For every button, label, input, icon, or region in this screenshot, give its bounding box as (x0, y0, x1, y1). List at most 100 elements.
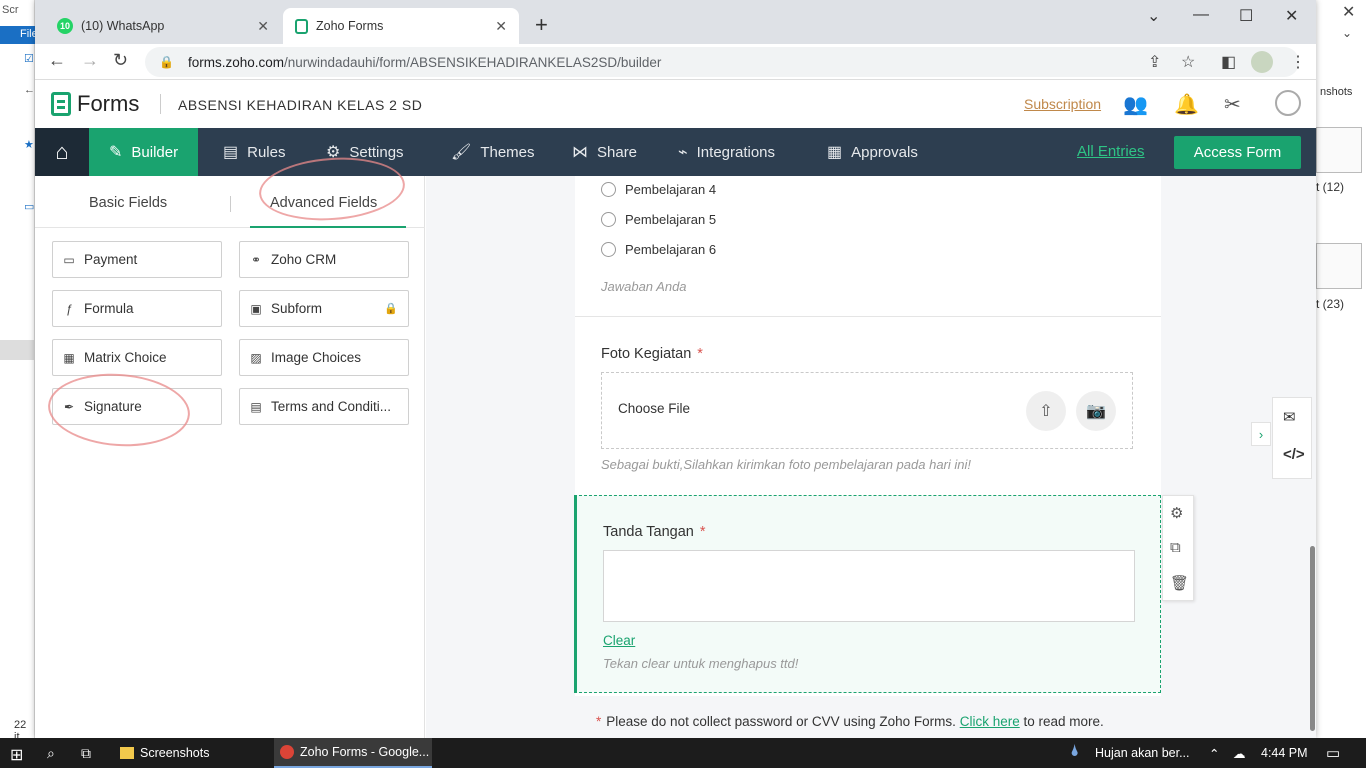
notification-icon[interactable]: ▭ (1326, 744, 1340, 762)
field-label: Image Choices (271, 350, 362, 365)
signature-pad[interactable] (603, 550, 1135, 622)
tab-title: Zoho Forms (316, 19, 384, 33)
search-icon[interactable]: ⌕ (47, 745, 55, 762)
radio-option[interactable]: Pembelajaran 5 (601, 212, 716, 227)
photo-field-label[interactable]: Foto Kegiatan * (601, 346, 703, 362)
radio-option[interactable]: Pembelajaran 4 (601, 182, 716, 197)
side-panel-icon[interactable]: ◧ (1221, 52, 1236, 72)
chevron-up-icon[interactable]: ⌃ (1209, 746, 1219, 761)
browser-toolbar: ← → ↻ 🔒 forms.zoho.com/nurwindadauhi/for… (35, 44, 1316, 80)
tab-divider (230, 196, 231, 212)
header-divider (160, 94, 161, 114)
user-avatar[interactable] (1275, 90, 1301, 116)
minimize-icon[interactable]: — (1193, 6, 1209, 24)
field-terms-and-conditions[interactable]: ▤ Terms and Conditi... (239, 388, 409, 425)
profile-avatar[interactable] (1251, 51, 1273, 73)
plug-icon: ⌁ (678, 144, 688, 161)
explorer-selected-row (0, 340, 35, 360)
chevron-down-icon[interactable]: ⌄ (1147, 6, 1160, 26)
taskbar-label: Zoho Forms - Google... (300, 745, 430, 759)
radio-circle[interactable] (601, 212, 616, 227)
reload-icon[interactable]: ↻ (113, 50, 128, 71)
field-label: Formula (84, 301, 134, 316)
cloud-icon[interactable]: ☁ (1233, 746, 1246, 761)
gear-icon[interactable]: ⚙ (1170, 504, 1183, 522)
field-formula[interactable]: ƒ Formula (52, 290, 222, 327)
clear-signature-link[interactable]: Clear (603, 633, 635, 648)
field-payment[interactable]: ▭ Payment (52, 241, 222, 278)
lock-icon[interactable]: 🔒 (159, 55, 174, 69)
explorer-thumbnail[interactable] (1316, 127, 1362, 173)
field-subform[interactable]: ▣ Subform 🔒 (239, 290, 409, 327)
subform-icon: ▣ (250, 301, 262, 316)
trash-icon[interactable]: 🗑 (1170, 574, 1189, 592)
all-entries-link[interactable]: All Entries (1077, 143, 1145, 160)
nav-share[interactable]: ⋈ Share (572, 128, 637, 176)
tab-basic-fields[interactable]: Basic Fields (89, 195, 167, 211)
click-here-link[interactable]: Click here (960, 714, 1020, 729)
radio-option[interactable]: Pembelajaran 6 (601, 242, 716, 257)
tools-icon[interactable]: ✂ (1224, 92, 1241, 117)
close-tab-icon[interactable]: ✕ (257, 18, 269, 35)
bell-icon[interactable]: 🔔 (1174, 92, 1199, 117)
explorer-thumbnail[interactable] (1316, 243, 1362, 289)
nav-label: Share (597, 143, 638, 161)
subscription-link[interactable]: Subscription (1024, 96, 1101, 112)
email-settings-icon[interactable]: ✉ (1283, 408, 1296, 426)
choose-file-label[interactable]: Choose File (618, 401, 690, 416)
share-page-icon[interactable]: ⇪ (1148, 52, 1161, 72)
camera-icon[interactable]: 📷 (1076, 391, 1116, 431)
embed-code-icon[interactable]: </> (1283, 446, 1305, 463)
document-check-icon: ▤ (250, 399, 262, 414)
field-matrix-choice[interactable]: ▦ Matrix Choice (52, 339, 222, 376)
signature-field-selected[interactable]: Tanda Tangan * Clear Tekan clear untuk me… (574, 495, 1161, 693)
field-zoho-crm[interactable]: ⚭ Zoho CRM (239, 241, 409, 278)
tab-whatsapp[interactable]: 10 (10) WhatsApp ✕ (45, 8, 281, 44)
nav-rules[interactable]: ▤ Rules (223, 128, 285, 176)
nav-builder[interactable]: ✎ Builder (89, 128, 199, 176)
scrollbar[interactable] (1310, 546, 1315, 731)
close-tab-icon[interactable]: ✕ (495, 18, 507, 35)
menu-kebab-icon[interactable]: ⋮ (1290, 52, 1306, 72)
file-upload-box[interactable]: Choose File ⇧ 📷 (601, 372, 1133, 449)
chevron-right-icon[interactable]: › (1251, 422, 1271, 446)
duplicate-icon[interactable]: ⧉ (1170, 539, 1181, 556)
tab-zoho-forms[interactable]: Zoho Forms ✕ (283, 8, 519, 44)
nav-integrations[interactable]: ⌁ Integrations (678, 128, 775, 176)
handshake-icon: ⚭ (250, 252, 262, 267)
app-brand[interactable]: Forms (77, 91, 139, 117)
url-path: /nurwindadauhi/form/ABSENSIKEHADIRANKELA… (283, 54, 662, 70)
explorer-close-icon[interactable]: ✕ (1342, 2, 1355, 22)
windows-start-icon[interactable]: ⊞ (10, 745, 23, 765)
radio-circle[interactable] (601, 242, 616, 257)
taskbar-item-chrome[interactable]: Zoho Forms - Google... (274, 738, 432, 768)
field-label: Matrix Choice (84, 350, 167, 365)
back-icon[interactable]: ← (48, 50, 66, 71)
task-view-icon[interactable]: ⧉ (81, 745, 91, 762)
weather-text[interactable]: Hujan akan ber... (1095, 746, 1190, 760)
nav-approvals[interactable]: ▦ Approvals (827, 128, 918, 176)
weather-icon[interactable]: 🌢 (1070, 743, 1080, 761)
users-icon[interactable]: 👥 (1123, 92, 1148, 117)
side-tools: ✉ </> (1272, 397, 1312, 479)
upload-icon[interactable]: ⇧ (1026, 391, 1066, 431)
explorer-file-menu[interactable]: File (0, 26, 38, 44)
app-header: Forms ABSENSI KEHADIRAN KELAS 2 SD Subsc… (35, 80, 1316, 128)
clock-time[interactable]: 4:44 PM (1261, 746, 1308, 760)
explorer-chevron-down-icon[interactable]: ⌄ (1342, 26, 1352, 40)
maximize-icon[interactable]: ☐ (1239, 6, 1253, 26)
address-bar[interactable]: 🔒 forms.zoho.com/nurwindadauhi/form/ABSE… (145, 47, 1299, 77)
new-tab-icon[interactable]: + (535, 12, 548, 38)
access-form-button[interactable]: Access Form (1174, 136, 1301, 169)
signature-field-label[interactable]: Tanda Tangan * (603, 524, 706, 540)
field-image-choices[interactable]: ▨ Image Choices (239, 339, 409, 376)
nav-themes[interactable]: 🖌 Themes (451, 128, 535, 176)
close-window-icon[interactable]: ✕ (1285, 6, 1298, 26)
taskbar-item-screenshots[interactable]: Screenshots (114, 738, 270, 768)
zoho-forms-logo-icon[interactable] (51, 92, 71, 116)
forward-icon[interactable]: → (81, 50, 99, 71)
radio-circle[interactable] (601, 182, 616, 197)
home-icon[interactable]: ⌂ (35, 128, 89, 176)
explorer-back-icon[interactable]: ← (24, 84, 35, 96)
bookmark-star-icon[interactable]: ☆ (1181, 52, 1195, 72)
